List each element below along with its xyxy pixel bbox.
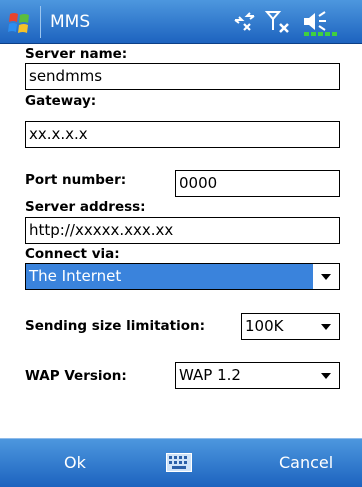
chevron-down-icon[interactable] <box>313 363 339 388</box>
wap-version-value: WAP 1.2 <box>179 366 241 384</box>
server-name-label: Server name: <box>25 46 128 62</box>
wap-version-label: WAP Version: <box>25 368 127 384</box>
connect-via-label: Connect via: <box>25 246 120 262</box>
server-name-field[interactable]: sendmms <box>25 63 340 90</box>
softkey-bar: Ok Cancel <box>0 438 362 487</box>
connect-via-value: The Internet <box>29 267 122 285</box>
cancel-button[interactable]: Cancel <box>279 453 333 472</box>
sending-size-value: 100K <box>245 317 284 335</box>
server-address-field[interactable]: http://xxxxx.xxx.xx <box>25 217 340 244</box>
sending-size-label: Sending size limitation: <box>25 318 206 334</box>
wap-version-dropdown[interactable]: WAP 1.2 <box>175 362 340 389</box>
chevron-down-icon[interactable] <box>313 264 339 289</box>
signal-strength-icon[interactable] <box>264 8 294 36</box>
app-title: MMS <box>50 12 91 32</box>
windows-flag-icon[interactable] <box>6 10 34 36</box>
sending-size-dropdown[interactable]: 100K <box>241 313 340 340</box>
volume-icon[interactable] <box>300 8 340 38</box>
connectivity-icon[interactable] <box>232 8 258 34</box>
chevron-down-icon[interactable] <box>313 314 339 339</box>
title-bar: MMS <box>0 0 362 44</box>
connect-via-dropdown[interactable]: The Internet <box>25 263 340 290</box>
server-address-label: Server address: <box>25 199 146 215</box>
gateway-field[interactable]: xx.x.x.x <box>25 121 340 148</box>
port-number-field[interactable]: 0000 <box>175 170 340 197</box>
keyboard-icon[interactable] <box>166 453 192 472</box>
gateway-label: Gateway: <box>25 93 97 109</box>
port-number-label: Port number: <box>25 172 127 188</box>
title-separator <box>40 6 41 38</box>
ok-button[interactable]: Ok <box>64 453 86 472</box>
